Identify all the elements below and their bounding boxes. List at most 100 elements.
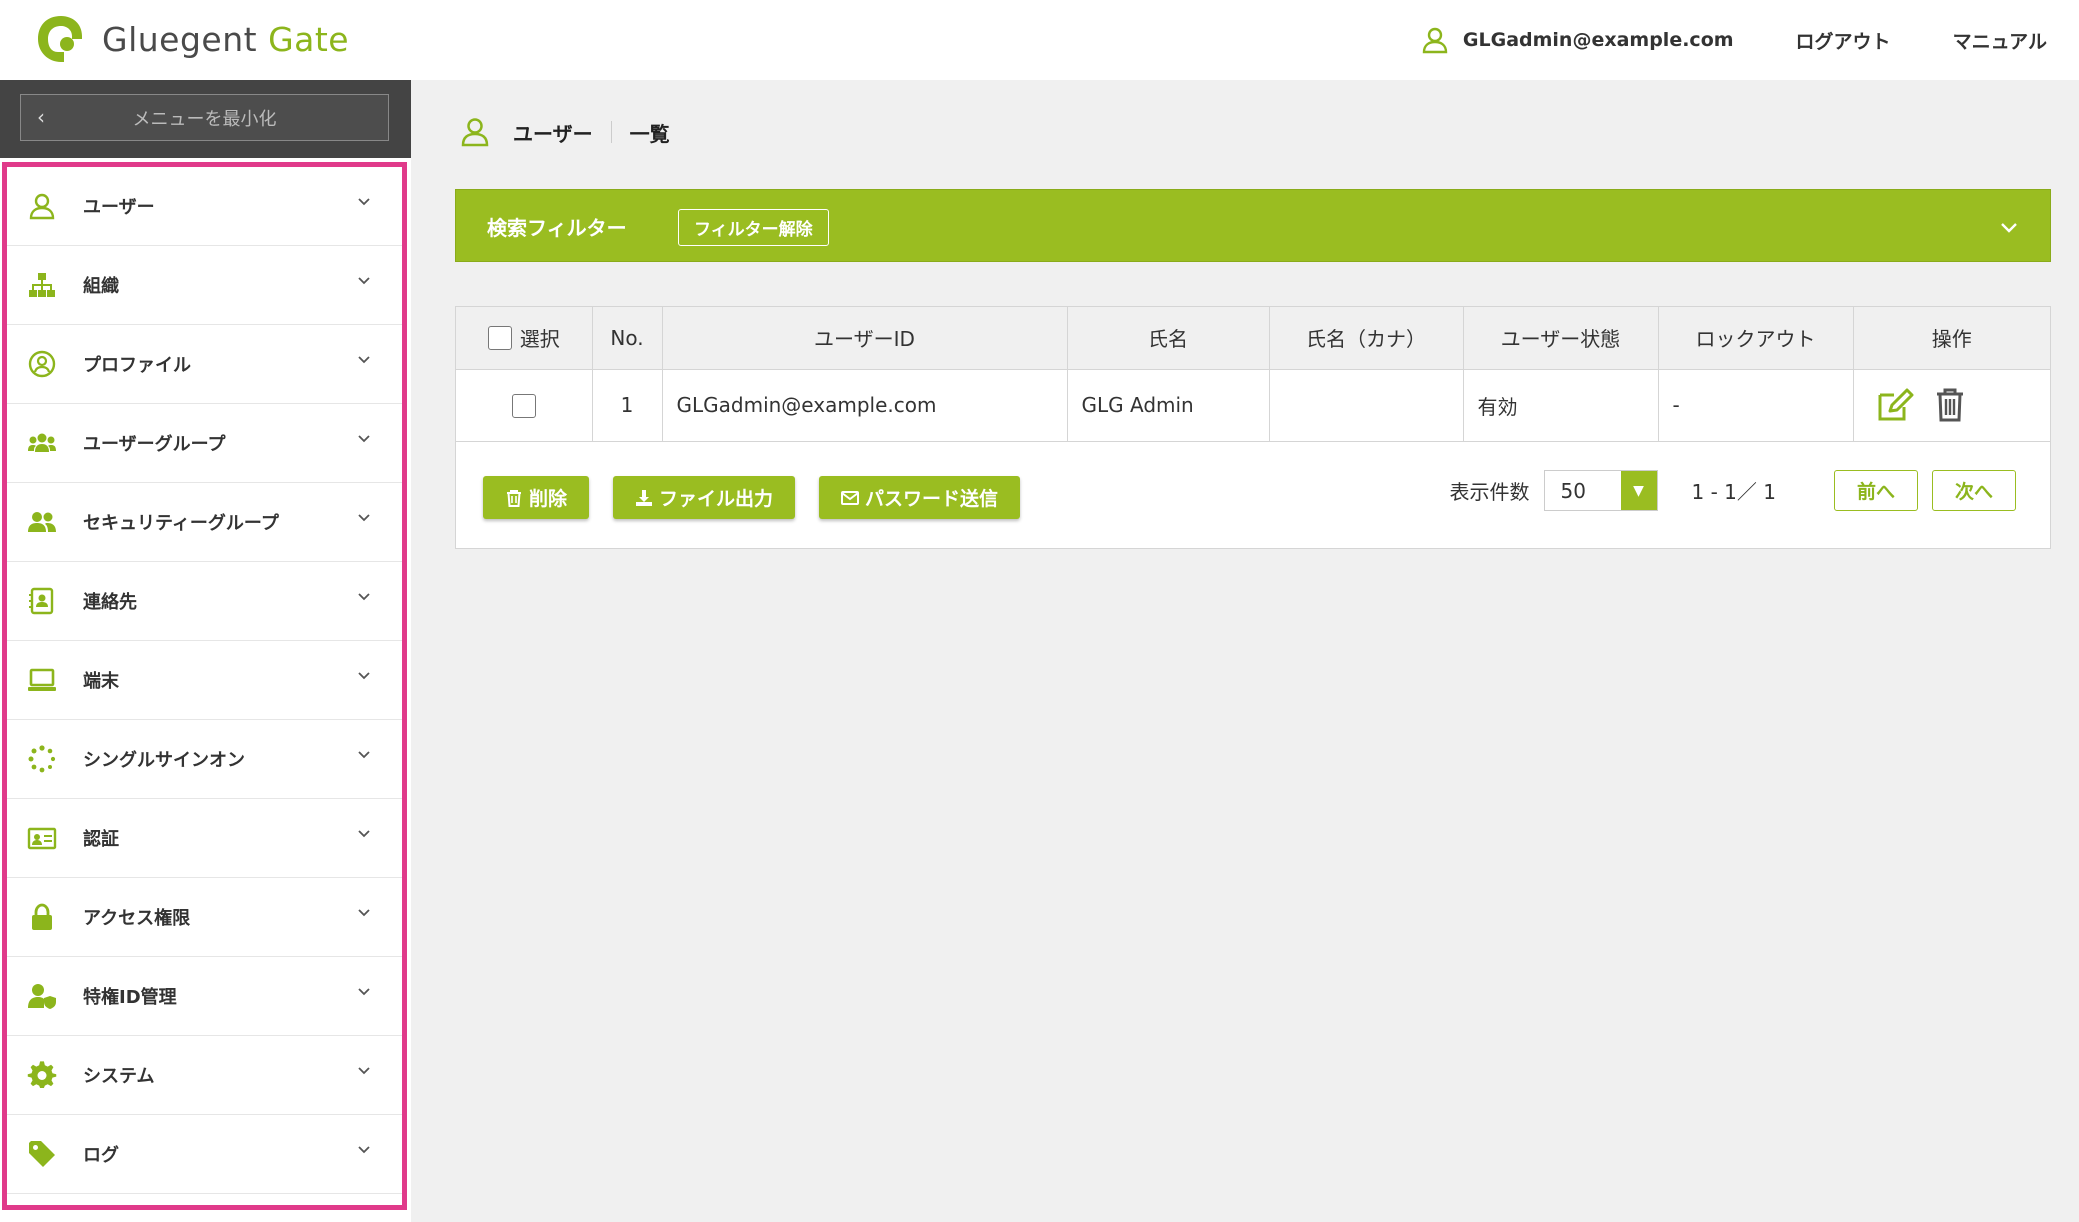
sidebar-item-contacts[interactable]: 連絡先	[7, 562, 402, 641]
sidebar-item-organization[interactable]: 組織	[7, 246, 402, 325]
export-file-button[interactable]: ファイル出力	[613, 476, 796, 519]
user-icon	[25, 189, 59, 223]
chevron-down-icon	[358, 988, 370, 996]
sidebar-item-label: シングルサインオン	[83, 750, 245, 771]
column-header-name[interactable]: 氏名	[1067, 307, 1270, 370]
table-row: 1 GLGadmin@example.com GLG Admin 有効 -	[456, 369, 2050, 442]
sidebar-item-logs[interactable]: ログ	[7, 1115, 402, 1194]
page-size-label: 表示件数	[1449, 480, 1530, 504]
logo[interactable]: Gluegent Gate	[34, 12, 349, 66]
row-name: GLG Admin	[1067, 369, 1270, 442]
bulk-actions: 削除 ファイル出力 パスワード送信	[483, 476, 1044, 519]
chevron-down-icon	[358, 1067, 370, 1075]
column-header-operations: 操作	[1853, 307, 2050, 370]
sidebar-item-users[interactable]: ユーザー	[7, 167, 402, 246]
sidebar-item-sso[interactable]: シングルサインオン	[7, 720, 402, 799]
column-header-name-kana[interactable]: 氏名（カナ）	[1269, 307, 1464, 370]
delete-button[interactable]: 削除	[483, 476, 590, 519]
download-icon	[636, 489, 653, 506]
sidebar-item-label: プロファイル	[83, 355, 191, 376]
sidebar-item-access-rights[interactable]: アクセス権限	[7, 878, 402, 957]
chevron-down-icon	[358, 277, 370, 285]
user-table: 選択 No. ユーザーID 氏名 氏名（カナ） ユーザー状態 ロックアウト 操作…	[456, 307, 2050, 442]
sidebar-item-user-groups[interactable]: ユーザーグループ	[7, 404, 402, 483]
minimize-menu-label: メニューを最小化	[132, 108, 277, 130]
sidebar-item-label: ユーザー	[83, 197, 155, 218]
edit-icon[interactable]	[1876, 387, 1916, 423]
row-name-kana	[1269, 369, 1464, 442]
column-header-user-status[interactable]: ユーザー状態	[1463, 307, 1659, 370]
chevron-down-icon	[358, 435, 370, 443]
column-header-user-id[interactable]: ユーザーID	[662, 307, 1068, 370]
sidebar-item-label: システム	[83, 1066, 155, 1087]
chevron-down-icon	[358, 593, 370, 601]
sidebar-item-authentication[interactable]: 認証	[7, 799, 402, 878]
tag-icon	[25, 1137, 59, 1171]
prev-page-button[interactable]: 前へ	[1833, 470, 1918, 511]
chevron-down-icon	[358, 514, 370, 522]
sidebar-item-system[interactable]: システム	[7, 1036, 402, 1115]
search-filter-bar[interactable]: 検索フィルター フィルター解除	[455, 189, 2051, 262]
row-no: 1	[592, 369, 663, 442]
gear-icon	[25, 1058, 59, 1092]
send-password-button[interactable]: パスワード送信	[819, 476, 1021, 519]
row-operations	[1853, 369, 2050, 442]
sidebar-item-privileged-id[interactable]: 特権ID管理	[7, 957, 402, 1036]
logo-mark-icon	[38, 16, 82, 62]
dropdown-arrow-icon[interactable]: ▼	[1620, 471, 1657, 510]
sidebar-item-profile[interactable]: プロファイル	[7, 325, 402, 404]
breadcrumb-page: 一覧	[629, 121, 670, 146]
contact-book-icon	[25, 584, 59, 618]
row-user-id[interactable]: GLGadmin@example.com	[662, 369, 1068, 442]
id-card-icon	[25, 821, 59, 855]
user-icon	[1422, 27, 1448, 54]
sidebar-item-label: 連絡先	[83, 592, 137, 613]
laptop-icon	[25, 663, 59, 697]
row-status: 有効	[1463, 369, 1659, 442]
chevron-down-icon	[358, 356, 370, 364]
envelope-icon	[841, 490, 860, 505]
user-email: GLGadmin@example.com	[1462, 29, 1734, 51]
page-info: 1 - 1／ 1	[1691, 480, 1776, 504]
column-header-lockout[interactable]: ロックアウト	[1658, 307, 1854, 370]
sidebar-item-label: 端末	[83, 671, 119, 692]
users-group-icon	[25, 426, 59, 460]
sidebar-item-label: ログ	[83, 1145, 119, 1166]
sidebar-item-label: 特権ID管理	[83, 987, 177, 1008]
column-header-no[interactable]: No.	[592, 307, 663, 370]
column-header-select: 選択	[456, 307, 593, 370]
select-all-checkbox[interactable]	[487, 325, 512, 350]
filter-clear-button[interactable]: フィルター解除	[678, 209, 829, 246]
breadcrumb-separator	[610, 121, 612, 143]
current-user[interactable]: GLGadmin@example.com	[1421, 26, 1734, 54]
row-checkbox[interactable]	[511, 393, 536, 418]
next-page-button[interactable]: 次へ	[1931, 470, 2016, 511]
chevron-down-icon	[358, 672, 370, 680]
logo-text: Gluegent Gate	[102, 19, 350, 59]
sidebar-item-label: ユーザーグループ	[83, 434, 226, 455]
minimize-menu-button[interactable]: ‹ メニューを最小化	[20, 94, 389, 141]
sidebar: ユーザー 組織 プロファイル ユーザーグループ セキュリティーグループ 連絡先	[0, 158, 411, 1222]
sidebar-menu: ユーザー 組織 プロファイル ユーザーグループ セキュリティーグループ 連絡先	[7, 167, 402, 1194]
chevron-down-icon	[358, 1146, 370, 1154]
chevron-down-icon	[358, 198, 370, 206]
chevron-down-icon	[358, 909, 370, 917]
row-lockout: -	[1658, 369, 1854, 442]
sidebar-item-label: 組織	[83, 276, 119, 297]
sidebar-item-devices[interactable]: 端末	[7, 641, 402, 720]
chevron-down-icon	[358, 751, 370, 759]
logout-link[interactable]: ログアウト	[1796, 27, 1891, 54]
sidebar-item-label: アクセス権限	[83, 908, 191, 929]
lock-icon	[25, 900, 59, 934]
trash-icon[interactable]	[1930, 387, 1970, 423]
chevron-down-icon[interactable]	[1998, 216, 2020, 238]
breadcrumb-section[interactable]: ユーザー	[513, 118, 593, 147]
sidebar-header: ‹ メニューを最小化	[0, 80, 411, 158]
manual-link[interactable]: マニュアル	[1953, 27, 2047, 54]
app-header: Gluegent Gate GLGadmin@example.com ログアウト…	[0, 0, 2079, 80]
pagination: 表示件数 50 ▼ 1 - 1／ 1 前へ 次へ	[1449, 470, 2016, 511]
page-size-select[interactable]: 50 ▼	[1543, 470, 1658, 511]
sidebar-item-security-groups[interactable]: セキュリティーグループ	[7, 483, 402, 562]
sidebar-item-label: 認証	[83, 829, 119, 850]
search-filter-title: 検索フィルター	[487, 216, 627, 240]
